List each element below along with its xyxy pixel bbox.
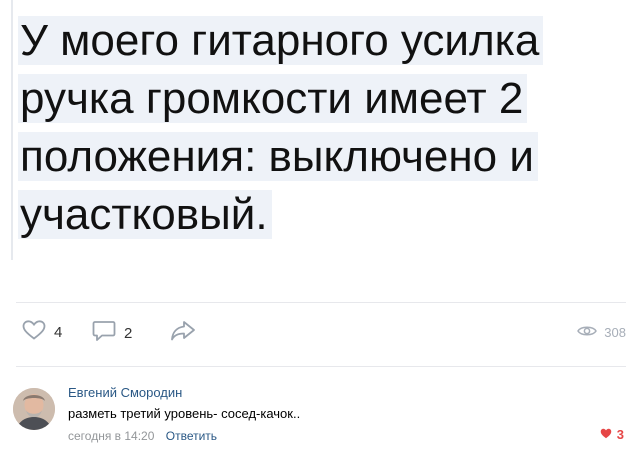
comment: Евгений Смородин разметь третий уровень-… [0,370,640,459]
views-count: 308 [604,325,626,340]
share-arrow-icon [170,320,196,347]
like-count: 4 [54,324,63,341]
post-text-line-3: положения: выключено и [18,132,538,181]
eye-icon [577,324,598,341]
comment-time: сегодня в 14:20 [68,429,155,443]
post-text: У моего гитарного усилка ручка громкости… [18,12,618,244]
heart-outline-icon [22,320,46,345]
reply-button[interactable]: Ответить [166,429,217,443]
comment-icon [92,320,116,347]
quote-bar [11,0,13,260]
divider [16,366,626,367]
post: У моего гитарного усилка ручка громкости… [0,0,640,300]
comment-count: 2 [124,325,133,342]
comment-text: разметь третий уровень- сосед-качок.. [68,406,301,421]
comment-author[interactable]: Евгений Смородин [68,385,182,400]
comment-button[interactable]: 2 [92,320,132,347]
share-button[interactable] [170,320,196,347]
comment-like-count: 3 [616,427,624,442]
post-text-line-4: участковый. [18,190,272,239]
divider [16,302,626,303]
like-button[interactable]: 4 [22,320,62,345]
comment-like-button[interactable]: 3 [600,427,624,442]
views-counter: 308 [577,324,626,341]
post-text-line-1: У моего гитарного усилка [18,16,544,65]
post-actions: 4 2 308 [16,316,626,350]
avatar[interactable] [13,388,55,430]
heart-filled-icon [600,427,612,442]
comment-meta: сегодня в 14:20 Ответить [68,429,217,443]
post-text-line-2: ручка громкости имеет 2 [18,74,528,123]
